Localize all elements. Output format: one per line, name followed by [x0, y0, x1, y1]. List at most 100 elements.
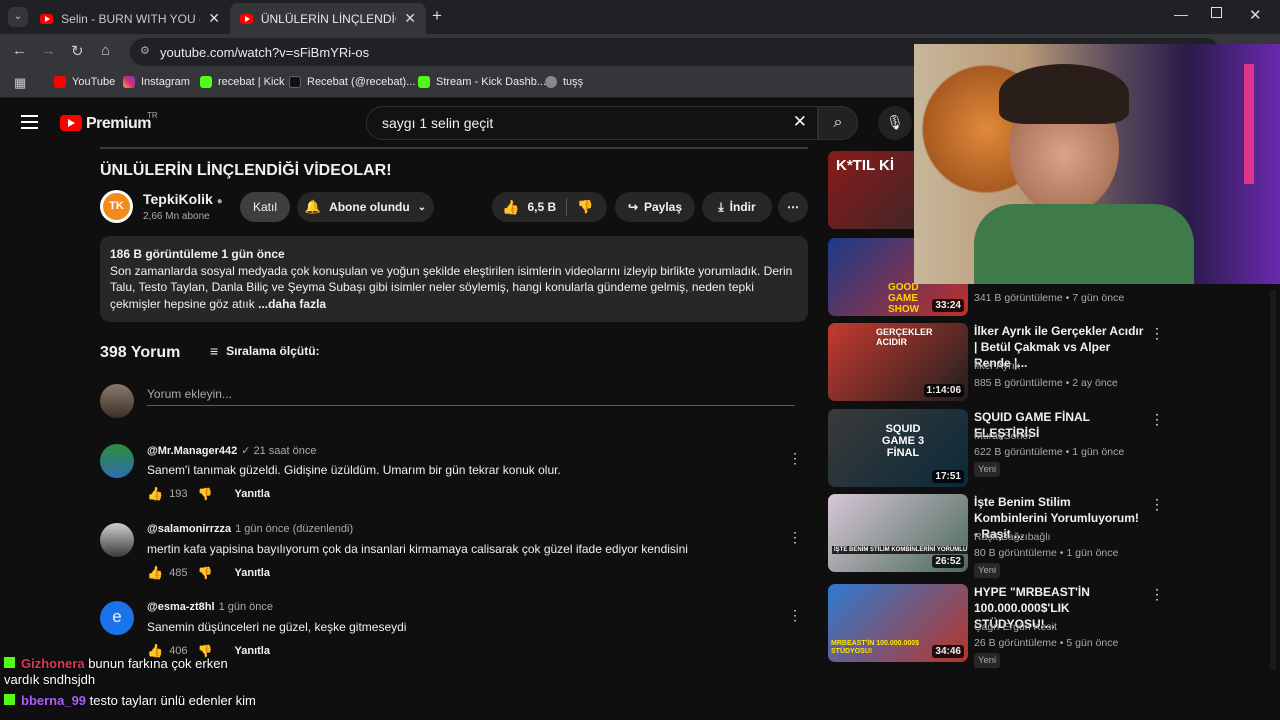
bookmark-instagram[interactable]: Instagram	[123, 76, 190, 88]
chat-username: Gizhonera	[21, 656, 85, 671]
download-button[interactable]: ⤓ İndir	[702, 192, 772, 222]
bookmark-label: Stream - Kick Dashb...	[436, 76, 547, 88]
comment-menu-icon[interactable]: ⋮	[788, 450, 802, 467]
more-actions-button[interactable]: ⋯	[778, 192, 808, 222]
chevron-down-icon: ⌄	[417, 201, 427, 213]
like-count: 6,5 B	[527, 200, 557, 214]
video-duration: 34:46	[932, 645, 964, 658]
bookmark-tuss[interactable]: tuşş	[545, 76, 583, 88]
subscribed-label: Abone olundu	[329, 200, 410, 214]
instagram-icon	[123, 76, 135, 88]
reply-button[interactable]: Yanıtla	[235, 488, 270, 500]
sort-button[interactable]: ≡ Sıralama ölçütü:	[210, 343, 320, 359]
description-more-link[interactable]: ...daha fazla	[258, 297, 326, 311]
comment-avatar[interactable]	[100, 444, 134, 478]
microphone-icon: 🎙	[886, 114, 904, 130]
dislike-thumb-icon[interactable]: 👎	[577, 199, 593, 215]
video-thumbnail[interactable]: SQUID GAME 3 FİNAL 17:51	[828, 409, 968, 487]
maximize-button[interactable]	[1211, 7, 1222, 18]
menu-hamburger-icon[interactable]	[21, 115, 38, 129]
back-arrow-icon[interactable]: ←	[12, 42, 27, 59]
url-text: youtube.com/watch?v=sFiBmYRi-os	[160, 45, 370, 60]
forward-arrow-icon[interactable]: →	[41, 42, 56, 59]
recommended-video[interactable]: GERÇEKLER ACIDIR 1:14:06 İlker Ayrık ile…	[828, 323, 1268, 403]
comment-author[interactable]: @salamonirrzza	[147, 523, 231, 535]
recommended-video[interactable]: SQUID GAME 3 FİNAL 17:51 SQUID GAME FİNA…	[828, 409, 1268, 489]
video-channel[interactable]: İlker Ayrık	[974, 360, 1020, 372]
video-duration: 17:51	[932, 470, 964, 483]
comment-dislike-icon[interactable]: 👎	[198, 566, 213, 580]
search-value: saygı 1 selin geçit	[382, 115, 494, 131]
new-badge: Yeni	[974, 653, 1001, 668]
add-comment-input[interactable]: Yorum ekleyin...	[147, 385, 795, 406]
comment-menu-icon[interactable]: ⋮	[788, 529, 802, 546]
site-info-icon[interactable]: ⚙	[140, 44, 150, 57]
bell-icon: 🔔	[304, 199, 322, 214]
channel-avatar[interactable]: TK	[100, 190, 133, 223]
home-icon[interactable]: ⌂	[101, 42, 110, 59]
comment-count: 398 Yorum	[100, 344, 181, 361]
video-channel[interactable]: Murat Soner	[974, 430, 1032, 442]
video-menu-icon[interactable]: ⋮	[1150, 411, 1164, 428]
clear-search-icon[interactable]: ✕	[793, 112, 807, 132]
comment-author[interactable]: @Mr.Manager442	[147, 445, 237, 457]
video-menu-icon[interactable]: ⋮	[1150, 586, 1164, 603]
close-window-button[interactable]: ✕	[1249, 6, 1262, 24]
tab-selin[interactable]: Selin - BURN WITH YOU (Official ✕	[30, 3, 230, 34]
minimize-button[interactable]: —	[1174, 6, 1188, 22]
verified-icon: ●	[216, 196, 223, 207]
comment-dislike-icon[interactable]: 👎	[198, 487, 213, 501]
description-stats: 186 B görüntüleme 1 gün önce	[110, 247, 285, 261]
close-tab-icon[interactable]: ✕	[208, 10, 220, 27]
video-views: 26 B görüntüleme • 5 gün önce	[974, 637, 1119, 649]
new-badge: Yeni	[974, 563, 1001, 578]
join-button[interactable]: Katıl	[240, 192, 290, 222]
video-menu-icon[interactable]: ⋮	[1150, 496, 1164, 513]
bookmark-youtube[interactable]: YouTube	[54, 76, 115, 88]
new-badge: Yeni	[974, 462, 1001, 477]
video-thumbnail[interactable]: MRBEAST'İN 100.000.000$ STÜDYOSU! 34:46	[828, 584, 968, 662]
reload-icon[interactable]: ↻	[71, 42, 84, 60]
comment-avatar[interactable]: e	[100, 601, 134, 635]
youtube-logo-icon[interactable]	[60, 115, 82, 131]
comment-like-icon[interactable]: 👍	[147, 565, 163, 581]
sort-lines-icon: ≡	[210, 343, 219, 359]
comment-text: Sanemin düşünceleri ne güzel, keşke gitm…	[147, 620, 407, 634]
bookmark-kick[interactable]: recebat | Kick	[200, 76, 284, 88]
share-button[interactable]: ↪ Paylaş	[615, 192, 695, 222]
comment-time: 1 gün önce (düzenlendi)	[235, 523, 354, 535]
video-thumbnail[interactable]: GERÇEKLER ACIDIR 1:14:06	[828, 323, 968, 401]
video-menu-icon[interactable]: ⋮	[1150, 325, 1164, 342]
bookmark-kick-dashboard[interactable]: Stream - Kick Dashb...	[418, 76, 546, 88]
comment-avatar[interactable]	[100, 523, 134, 557]
apps-grid-icon[interactable]: ▦	[14, 75, 26, 91]
video-channel[interactable]: Raşit Bağzıbağlı	[974, 531, 1050, 543]
search-input[interactable]: saygı 1 selin geçit ✕	[366, 106, 818, 140]
tab-title: ÜNLÜLERİN LİNÇLENDİĞİ VİDE	[260, 11, 396, 26]
comment-author[interactable]: @esma-zt8hl	[147, 601, 215, 613]
video-thumbnail[interactable]: İŞTE BENİM STİLİM KOMBİNLERİNİ YORUMLUYO…	[828, 494, 968, 572]
subscribed-button[interactable]: 🔔 Abone olundu ⌄	[297, 192, 434, 222]
subscriber-count: 2,66 Mn abone	[143, 211, 210, 222]
recommended-video[interactable]: MRBEAST'İN 100.000.000$ STÜDYOSU! 34:46 …	[828, 584, 1268, 668]
comment-like-icon[interactable]: 👍	[147, 486, 163, 502]
search-button[interactable]: ⌕	[818, 106, 858, 140]
close-tab-icon[interactable]: ✕	[404, 10, 416, 27]
voice-search-button[interactable]: 🎙	[878, 106, 912, 140]
video-duration: 1:14:06	[923, 384, 964, 397]
channel-name[interactable]: TepkiKolik ●	[143, 191, 223, 207]
new-tab-button[interactable]: +	[432, 6, 442, 26]
reply-button[interactable]: Yanıtla	[235, 645, 270, 657]
description-box[interactable]: 186 B görüntüleme 1 gün önce Son zamanla…	[100, 236, 808, 322]
recommended-video[interactable]: İŞTE BENİM STİLİM KOMBİNLERİNİ YORUMLUYO…	[828, 494, 1268, 578]
page-scrollbar[interactable]	[1270, 290, 1276, 670]
like-thumb-icon[interactable]: 👍	[502, 199, 519, 216]
youtube-icon	[54, 76, 66, 88]
bookmark-tiktok[interactable]: Recebat (@recebat)...	[289, 76, 415, 88]
tab-search-button[interactable]: ⌄	[8, 7, 28, 27]
tab-active-video[interactable]: ÜNLÜLERİN LİNÇLENDİĞİ VİDE ✕	[230, 3, 426, 34]
comment-menu-icon[interactable]: ⋮	[788, 607, 802, 624]
reply-button[interactable]: Yanıtla	[235, 567, 270, 579]
kick-badge-icon	[4, 657, 15, 668]
video-channel[interactable]: Çağrı Ergün Kesit	[974, 621, 1057, 633]
